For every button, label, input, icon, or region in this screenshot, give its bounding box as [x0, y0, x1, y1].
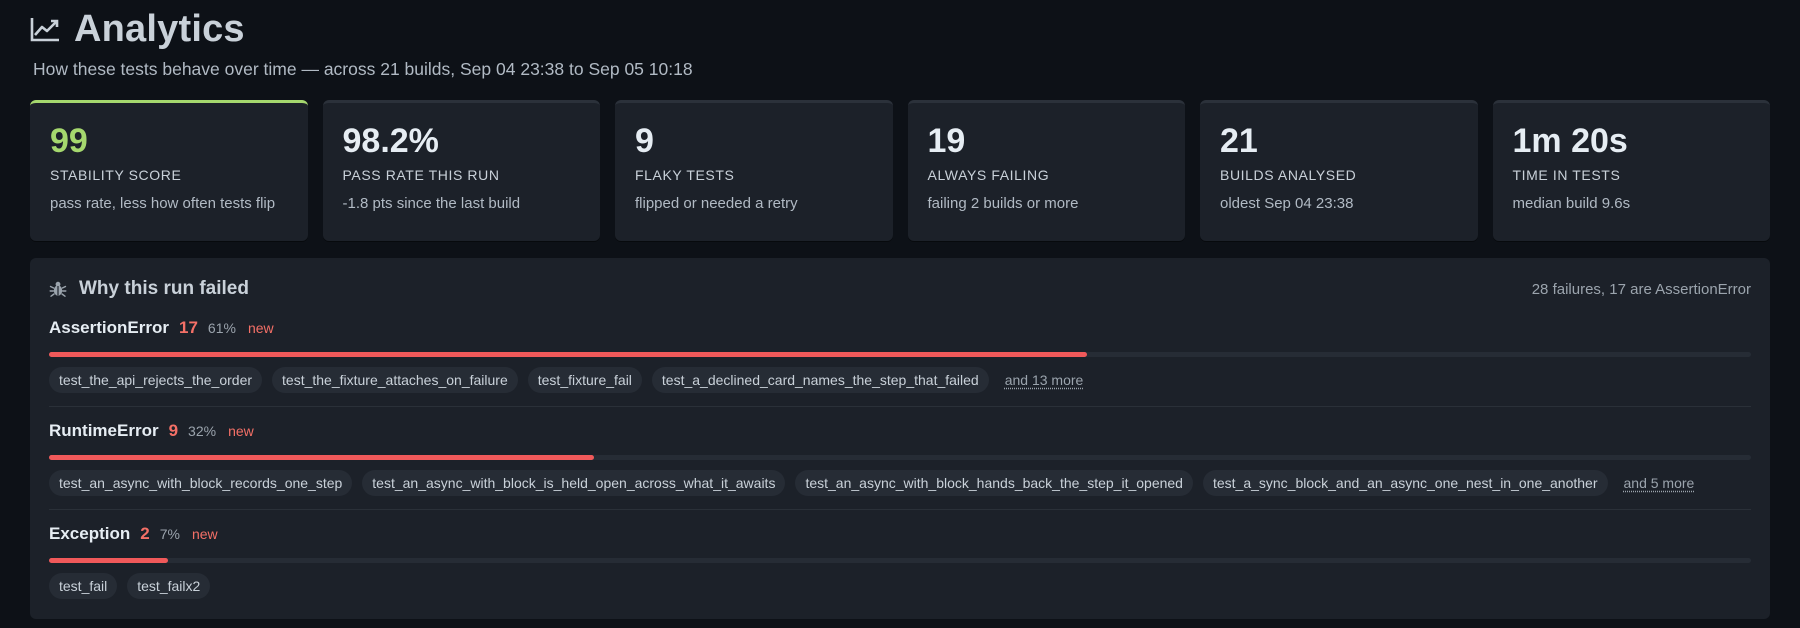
- test-chip[interactable]: test_an_async_with_block_is_held_open_ac…: [362, 470, 786, 496]
- test-chip[interactable]: test_the_api_rejects_the_order: [49, 367, 263, 393]
- error-count: 17: [178, 318, 198, 337]
- stats-row: 99 STABILITY SCORE pass rate, less how o…: [30, 100, 1770, 241]
- chart-line-icon: [30, 15, 62, 43]
- error-type-name: AssertionError: [49, 318, 169, 337]
- stat-label: ALWAYS FAILING: [927, 167, 1050, 183]
- new-badge: new: [228, 423, 254, 439]
- failing-tests-list: test_an_async_with_block_records_one_ste…: [49, 470, 1751, 496]
- bug-icon: [49, 279, 69, 299]
- error-group-header: AssertionError 17 61% new: [49, 318, 1751, 342]
- error-share-bar: [49, 558, 1751, 563]
- more-tests-link[interactable]: and 13 more: [999, 372, 1084, 388]
- more-tests-link[interactable]: and 5 more: [1618, 475, 1695, 491]
- page-subtitle: How these tests behave over time — acros…: [33, 59, 693, 79]
- error-percent: 32%: [188, 423, 217, 439]
- stat-value: 1m 20s: [1512, 122, 1628, 160]
- error-group-header: Exception 2 7% new: [49, 524, 1751, 548]
- stat-label: STABILITY SCORE: [50, 167, 182, 183]
- error-share-bar: [49, 352, 1751, 357]
- error-group-assertionerror: AssertionError 17 61% new test_the_api_r…: [49, 304, 1751, 407]
- stat-card-builds: 21 BUILDS ANALYSED oldest Sep 04 23:38: [1200, 100, 1478, 241]
- failing-tests-list: test_fail test_failx2: [49, 573, 1751, 599]
- test-chip[interactable]: test_fail: [49, 573, 118, 599]
- analytics-page: Analytics How these tests behave over ti…: [0, 0, 1800, 628]
- stat-label: FLAKY TESTS: [635, 167, 735, 183]
- test-chip[interactable]: test_a_declined_card_names_the_step_that…: [651, 367, 989, 393]
- test-chip[interactable]: test_an_async_with_block_records_one_ste…: [49, 470, 353, 496]
- stat-label: BUILDS ANALYSED: [1220, 167, 1357, 183]
- error-type-name: RuntimeError: [49, 421, 159, 440]
- test-chip[interactable]: test_the_fixture_attaches_on_failure: [272, 367, 518, 393]
- error-count: 2: [140, 524, 150, 543]
- error-count: 9: [168, 421, 179, 440]
- new-badge: new: [191, 526, 218, 542]
- error-share-bar-fill: [49, 455, 594, 460]
- error-type-name: Exception: [49, 524, 131, 543]
- stat-value: 98.2%: [342, 122, 439, 160]
- stat-card-pass-rate: 98.2% PASS RATE THIS RUN -1.8 pts since …: [322, 100, 600, 241]
- error-share-bar-fill: [49, 558, 169, 563]
- stat-hint: -1.8 pts since the last build: [342, 195, 521, 212]
- page-title: Analytics: [74, 7, 245, 50]
- test-chip[interactable]: test_failx2: [127, 573, 211, 599]
- failing-tests-list: test_the_api_rejects_the_order test_the_…: [49, 367, 1751, 393]
- test-chip[interactable]: test_a_sync_block_and_an_async_one_nest_…: [1202, 470, 1608, 496]
- failures-panel-title: Why this run failed: [79, 278, 249, 299]
- stat-hint: oldest Sep 04 23:38: [1220, 195, 1354, 212]
- stat-hint: pass rate, less how often tests flip: [50, 195, 276, 212]
- stat-label: TIME IN TESTS: [1512, 167, 1621, 183]
- error-group-header: RuntimeError 9 32% new: [49, 421, 1751, 445]
- test-chip[interactable]: test_an_async_with_block_hands_back_the_…: [795, 470, 1193, 496]
- failures-summary: 28 failures, 17 are AssertionError: [1531, 280, 1751, 298]
- error-group-runtimeerror: RuntimeError 9 32% new test_an_async_wit…: [49, 407, 1751, 510]
- failures-panel-title-wrap: Why this run failed: [49, 278, 249, 300]
- error-group-exception: Exception 2 7% new test_fail test_failx2: [49, 510, 1751, 612]
- stat-card-time: 1m 20s TIME IN TESTS median build 9.6s: [1492, 100, 1770, 241]
- failures-panel: Why this run failed 28 failures, 17 are …: [30, 258, 1770, 619]
- test-chip[interactable]: test_fixture_fail: [527, 367, 642, 393]
- page-header: Analytics: [30, 0, 1770, 58]
- error-percent: 7%: [159, 526, 180, 542]
- error-percent: 61%: [207, 320, 236, 336]
- stat-value: 9: [635, 122, 654, 160]
- stat-label: PASS RATE THIS RUN: [342, 167, 500, 183]
- stat-value: 19: [927, 122, 966, 160]
- stat-value: 21: [1220, 122, 1258, 160]
- new-badge: new: [247, 320, 274, 336]
- stat-hint: median build 9.6s: [1512, 195, 1631, 212]
- failures-panel-header: Why this run failed 28 failures, 17 are …: [49, 274, 1751, 304]
- stat-value: 99: [50, 122, 88, 160]
- stat-card-stability: 99 STABILITY SCORE pass rate, less how o…: [30, 100, 308, 241]
- stat-hint: failing 2 builds or more: [927, 195, 1079, 212]
- error-share-bar: [49, 455, 1751, 460]
- stat-card-flaky: 9 FLAKY TESTS flipped or needed a retry: [615, 100, 893, 241]
- error-share-bar-fill: [49, 352, 1088, 357]
- stat-hint: flipped or needed a retry: [635, 195, 798, 212]
- stat-card-always-failing: 19 ALWAYS FAILING failing 2 builds or mo…: [907, 100, 1185, 241]
